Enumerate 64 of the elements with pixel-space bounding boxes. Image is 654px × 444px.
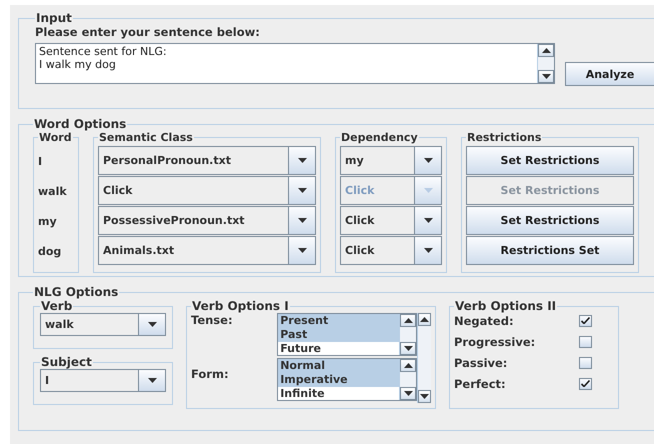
down-arrow-icon <box>298 158 306 163</box>
word-label: walk <box>38 184 68 200</box>
form-label: Form: <box>191 367 229 381</box>
list-item[interactable]: Imperative <box>278 373 400 387</box>
sentence-field[interactable]: Sentence sent for NLG: I walk my dog <box>35 43 555 84</box>
restrictions-button[interactable]: Set Restrictions <box>466 206 634 235</box>
checkbox[interactable] <box>579 314 592 326</box>
word-label: dog <box>38 244 62 260</box>
scrollbar[interactable] <box>417 313 431 403</box>
up-arrow-icon <box>404 363 413 368</box>
down-arrow-icon <box>148 378 156 383</box>
analyze-button[interactable]: Analyze <box>565 62 654 86</box>
group-title: Verb Options I <box>191 299 290 313</box>
down-arrow-icon <box>298 248 306 253</box>
option-label: Progressive: <box>454 334 536 348</box>
down-arrow-icon <box>424 188 432 193</box>
check-icon <box>581 380 590 387</box>
prompt-label: Please enter your sentence below: <box>35 25 261 39</box>
list-item[interactable]: Past <box>278 328 400 342</box>
down-arrow-icon <box>424 248 432 253</box>
option-label: Perfect: <box>454 376 506 390</box>
section-title: Word Options <box>33 117 128 131</box>
restrictions-button[interactable]: Set Restrictions <box>466 146 634 175</box>
down-arrow-icon <box>424 218 432 223</box>
dropdown[interactable]: walk <box>40 313 166 336</box>
down-arrow-icon <box>298 188 306 193</box>
group-title: Verb Options II <box>454 299 558 313</box>
dropdown[interactable]: I <box>40 369 166 392</box>
checkbox[interactable] <box>579 356 592 368</box>
down-arrow-icon <box>148 322 156 327</box>
list-item[interactable]: Normal <box>278 359 400 373</box>
list-item[interactable]: Present <box>278 314 400 328</box>
dropdown[interactable]: my <box>340 146 442 175</box>
check-icon <box>581 317 590 324</box>
column-title: Semantic Class <box>98 131 194 144</box>
dropdown[interactable]: Click <box>340 236 442 265</box>
scrollbar[interactable] <box>399 359 416 400</box>
restrictions-button[interactable]: Restrictions Set <box>466 236 634 265</box>
down-arrow-icon <box>542 74 550 79</box>
dropdown[interactable]: PossessivePronoun.txt <box>98 206 316 235</box>
section-title: NLG Options <box>33 285 120 299</box>
group-title: Verb <box>40 299 74 313</box>
checkbox[interactable] <box>579 378 592 390</box>
column-title: Restrictions <box>466 131 542 144</box>
section-title: Input <box>35 11 73 25</box>
checkbox[interactable] <box>579 336 592 348</box>
dropdown[interactable]: Click <box>98 176 316 205</box>
option-label: Passive: <box>454 356 508 370</box>
group-title: Subject <box>40 355 93 369</box>
dropdown[interactable]: Animals.txt <box>98 236 316 265</box>
dropdown[interactable]: PersonalPronoun.txt <box>98 146 316 175</box>
dropdown[interactable]: Click <box>340 206 442 235</box>
word-label: my <box>38 214 58 230</box>
scrollbar[interactable] <box>399 314 416 355</box>
down-arrow-icon <box>404 346 413 351</box>
column-title: Dependency <box>340 131 419 144</box>
down-arrow-icon <box>424 158 432 163</box>
scrollbar[interactable] <box>537 44 554 83</box>
column-title: Word <box>38 131 73 144</box>
tense-label: Tense: <box>191 313 233 327</box>
word-label: I <box>38 154 44 170</box>
option-label: Negated: <box>454 314 514 328</box>
down-arrow-icon <box>298 218 306 223</box>
up-arrow-icon <box>542 48 550 53</box>
